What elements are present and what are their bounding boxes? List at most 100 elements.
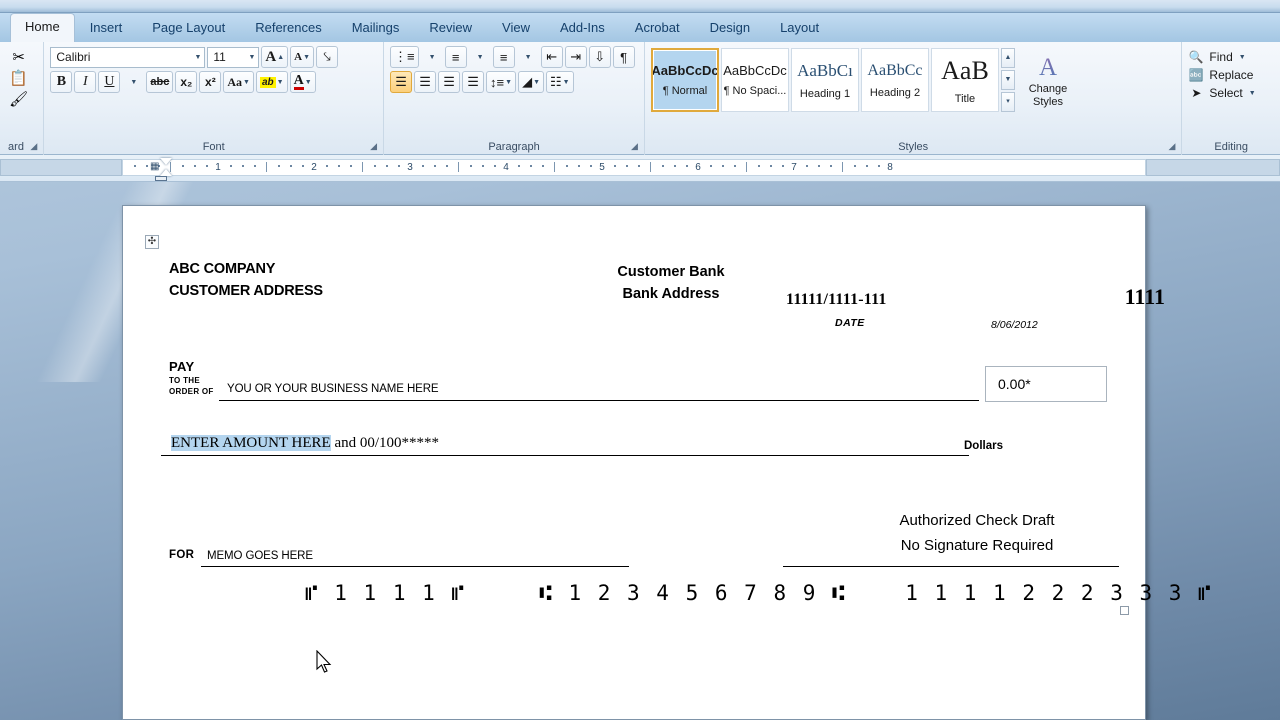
styles-dialog-launcher[interactable]: ◢ [1166,141,1177,152]
chevron-down-icon[interactable]: ▼ [1239,54,1246,61]
ruler-minor-tick [818,165,820,167]
align-right-button[interactable]: ☰ [438,71,461,93]
show-formatting-marks-button[interactable]: ¶ [612,46,635,68]
borders-button[interactable]: ☷ ▼ [546,71,574,93]
font-dialog-launcher[interactable]: ◢ [368,141,379,152]
ruler-minor-tick [446,165,448,167]
ruler-minor-tick [266,162,267,172]
numbering-dropdown[interactable]: ▼ [469,46,491,68]
mouse-cursor-icon [316,650,332,673]
increase-indent-button[interactable]: ⇥ [564,46,587,68]
paragraph-dialog-launcher[interactable]: ◢ [629,141,640,152]
underline-dropdown[interactable]: ▼ [122,71,144,93]
editing-replace-button[interactable]: 🔤 Replace [1188,68,1274,82]
check-date-value[interactable]: 8/06/2012 [991,319,1038,331]
shrink-font-button[interactable]: A ▼ [290,46,315,68]
decrease-indent-button[interactable]: ⇤ [540,46,563,68]
ribbon-tab-home[interactable]: Home [10,13,75,43]
ribbon-tab-add-ins[interactable]: Add-Ins [545,14,620,42]
ruler-minor-tick [302,165,304,167]
ruler-minor-tick [710,165,712,167]
sort-button[interactable]: ⇩ [588,46,611,68]
clear-formatting-button[interactable]: ⤥ [316,46,339,68]
clipboard-dialog-launcher[interactable]: ◢ [28,141,39,152]
ribbon-tab-references[interactable]: References [240,14,336,42]
hanging-indent-marker[interactable] [160,169,172,176]
superscript-button[interactable]: x² [199,71,222,93]
ribbon-group-font: Calibri ▼ 11 ▼ A ▲ A ▼ ⤥ B I U ▼ abc x₂ x² [43,42,383,155]
styles-gallery[interactable]: AaBbCcDc ¶ Normal AaBbCcDc ¶ No Spaci... AaB… [650,48,999,112]
font-size-combo[interactable]: 11 ▼ [207,46,260,68]
check-amount-box[interactable]: 0.00* [985,366,1107,402]
check-payee-value[interactable]: YOU OR YOUR BUSINESS NAME HERE [227,383,439,395]
ruler-minor-tick [734,165,736,167]
ribbon-tab-layout[interactable]: Layout [765,14,834,42]
align-center-button[interactable]: ☰ [414,71,437,93]
grow-font-button[interactable]: A ▲ [261,46,289,68]
cut-scissors-icon[interactable]: ✂ [12,49,25,66]
horizontal-ruler[interactable]: 1 2 3 4 5 6 7 8 ▦ [0,155,1280,182]
ruler-minor-tick [530,165,532,167]
editing-item-label: Find [1209,50,1233,64]
editing-find-button[interactable]: 🔍 Find ▼ [1188,50,1274,64]
ruler-minor-tick [806,165,808,167]
chevron-down-icon[interactable]: ▼ [1249,90,1256,97]
ribbon: ✂ 📋 🖌 ard ◢ Calibri ▼ 11 ▼ A ▲ A ▼ ⤥ B I… [0,42,1280,155]
ruler-minor-tick [434,165,436,167]
style-card-heading-2[interactable]: AaBbCc Heading 2 [860,48,929,112]
bold-button[interactable]: B [50,71,73,93]
ruler-right-margin [1146,159,1280,176]
numbering-button[interactable]: ≡ [444,46,467,68]
chevron-down-icon[interactable]: ▼ [194,54,201,61]
underline-button[interactable]: U [98,71,121,93]
change-styles-button[interactable]: A Change Styles [1017,51,1079,109]
ribbon-tab-view[interactable]: View [487,14,545,42]
left-indent-marker[interactable] [155,176,167,181]
editing-select-button[interactable]: ➤ Select ▼ [1188,86,1274,100]
check-amount-words-rule [161,455,951,456]
ruler-minor-tick [194,165,196,167]
ribbon-tab-acrobat[interactable]: Acrobat [620,14,695,42]
font-color-button[interactable]: A ▼ [289,71,316,93]
format-painter-icon[interactable]: 🖌 [9,91,28,108]
copy-icon[interactable]: 📋 [9,70,28,87]
ribbon-group-paragraph: ⋮≡ ▼ ≡ ▼ ≡ ▼ ⇤ ⇥ ⇩ ¶ ☰ ☰ ☰ ☰ ↕≡ ▼ ◢ ▼ ☷ ▼ P… [383,42,644,155]
justify-button[interactable]: ☰ [462,71,485,93]
multilevel-list-dropdown[interactable]: ▼ [517,46,539,68]
shading-button[interactable]: ◢ ▼ [518,71,545,93]
ruler-minor-tick [842,162,843,172]
check-memo-value[interactable]: MEMO GOES HERE [207,550,313,562]
check-amount-words-selected[interactable]: ENTER AMOUNT HERE [171,435,331,451]
tab-stop-marker[interactable]: ▦ [150,161,160,172]
styles-gallery-scroll[interactable]: ▲ ▼ ▾ [1000,48,1015,112]
bullets-dropdown[interactable]: ▼ [421,46,443,68]
ribbon-tab-review[interactable]: Review [414,14,487,42]
multilevel-list-button[interactable]: ≡ [492,46,515,68]
styles-scroll-down-icon[interactable]: ▼ [1000,70,1015,90]
align-left-button[interactable]: ☰ [390,71,413,93]
text-highlight-color-button[interactable]: ab ▼ [255,71,288,93]
italic-button[interactable]: I [74,71,97,93]
font-name-combo[interactable]: Calibri ▼ [50,46,206,68]
style-card-title[interactable]: AaB Title [930,48,999,112]
styles-scroll-up-icon[interactable]: ▲ [1000,48,1015,68]
change-case-button[interactable]: Aa ▼ [223,71,254,93]
style-card-heading-1[interactable]: AaBbCı Heading 1 [790,48,859,112]
strikethrough-button[interactable]: abc [146,71,174,93]
bullets-button[interactable]: ⋮≡ [390,46,419,68]
chevron-down-icon[interactable]: ▼ [248,54,255,61]
style-card-no-spaci[interactable]: AaBbCcDc ¶ No Spaci... [720,48,789,112]
ribbon-tab-design[interactable]: Design [695,14,765,42]
first-line-indent-marker[interactable] [160,158,172,165]
ribbon-tab-insert[interactable]: Insert [75,14,138,42]
check-amount-words[interactable]: ENTER AMOUNT HERE and 00/100***** [171,435,439,452]
document-page[interactable]: ✣ ABC COMPANY CUSTOMER ADDRESS Customer … [122,205,1211,720]
ribbon-tab-page-layout[interactable]: Page Layout [137,14,240,42]
styles-more-icon[interactable]: ▾ [1000,92,1015,112]
ruler-minor-tick [134,165,136,167]
ribbon-tab-mailings[interactable]: Mailings [337,14,415,42]
subscript-button[interactable]: x₂ [175,71,198,93]
ruler-minor-tick [458,162,459,172]
line-spacing-button[interactable]: ↕≡ ▼ [486,71,517,93]
style-card-normal[interactable]: AaBbCcDc ¶ Normal [650,48,719,112]
